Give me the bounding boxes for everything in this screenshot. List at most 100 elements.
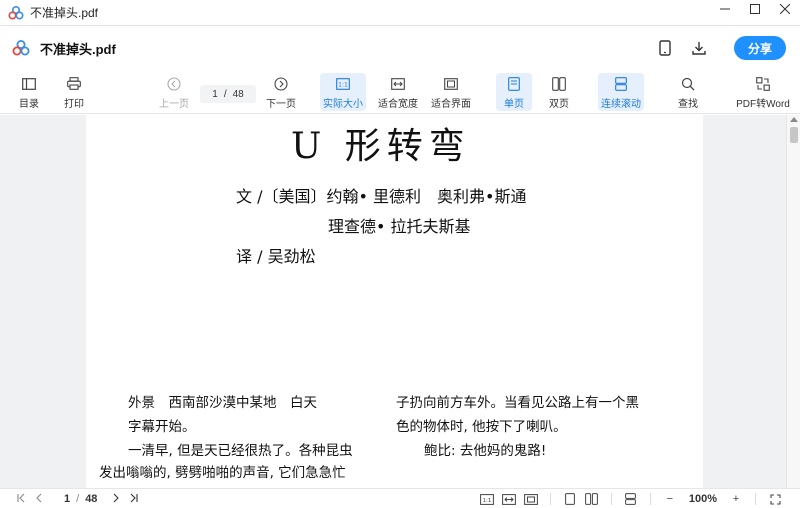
phone-icon xyxy=(659,40,671,56)
total-pages: 48 xyxy=(232,88,244,100)
pdf-to-word-button[interactable]: PDF转Word xyxy=(736,73,790,111)
body-line-right-2: 色的物体时, 他按下了喇叭。 xyxy=(396,419,567,435)
two-page-small-button[interactable] xyxy=(581,491,603,507)
fit-page-button[interactable]: 适合界面 xyxy=(428,73,474,111)
fit-page-icon xyxy=(444,75,458,93)
page-number-input[interactable]: 1 / 48 xyxy=(200,85,256,103)
status-divider xyxy=(610,493,612,505)
status-page-sep: / xyxy=(76,493,80,505)
single-page-label: 单页 xyxy=(504,98,524,110)
actual-size-small-icon: 1:1 xyxy=(479,493,494,505)
actual-size-button[interactable]: 1:1 实际大小 xyxy=(320,73,366,111)
status-current-page[interactable]: 1 xyxy=(64,493,70,505)
scrollbar-thumb[interactable] xyxy=(790,127,798,143)
body-line-left-4: 发出嗡嗡的, 劈劈啪啪的声音, 它们急急忙 xyxy=(99,465,346,481)
status-divider xyxy=(549,493,551,505)
body-line-right-3: 鲍比: 去他妈的鬼路! xyxy=(424,443,547,459)
single-page-small-button[interactable] xyxy=(559,491,581,507)
two-page-small-icon xyxy=(585,493,599,505)
first-page-icon xyxy=(17,493,25,503)
next-page-button[interactable]: 下一页 xyxy=(262,73,300,111)
window-title: 不准掉头.pdf xyxy=(30,6,99,20)
body-line-left-1: 外景 西南部沙漠中某地 白天 xyxy=(128,395,317,411)
outline-label: 目录 xyxy=(19,98,39,110)
fullscreen-button[interactable] xyxy=(764,491,786,507)
page-separator: / xyxy=(223,88,227,100)
current-page: 1 xyxy=(212,88,218,100)
fullscreen-icon xyxy=(769,493,781,505)
continuous-scroll-label: 连续滚动 xyxy=(601,98,641,110)
viewer-toolbar: 目录 打印 上一页 1 / 48 下一页 1:1 实际大小 适合宽度 适合界面 … xyxy=(0,70,800,114)
document-title-text: U 形转弯 xyxy=(291,126,471,167)
arrow-right-circle-icon xyxy=(274,75,288,93)
close-button[interactable] xyxy=(770,0,800,18)
printer-icon xyxy=(67,75,81,93)
last-page-icon xyxy=(131,493,138,503)
maximize-button[interactable] xyxy=(740,0,770,18)
window-titlebar: 不准掉头.pdf xyxy=(0,0,800,26)
next-page-label: 下一页 xyxy=(266,98,296,110)
status-divider xyxy=(755,493,756,505)
share-button[interactable]: 分享 xyxy=(734,36,786,60)
download-button[interactable] xyxy=(684,34,714,62)
fit-page-small-icon xyxy=(523,493,538,505)
print-label: 打印 xyxy=(64,98,84,110)
search-button[interactable]: 查找 xyxy=(672,73,704,111)
chevron-right-icon xyxy=(114,493,120,503)
fit-width-label: 适合宽度 xyxy=(378,98,418,110)
pdf-page: U 形转弯 文 /〔美国〕约翰• 里德利 奥利弗•斯通 理查德• 拉托夫斯基 译… xyxy=(86,115,703,488)
fit-width-button[interactable]: 适合宽度 xyxy=(375,73,421,111)
fit-page-label: 适合界面 xyxy=(431,98,471,110)
continuous-scroll-button[interactable]: 连续滚动 xyxy=(598,73,644,111)
two-page-icon xyxy=(552,75,566,93)
body-line-left-2: 字幕开始。 xyxy=(128,419,196,435)
two-page-label: 双页 xyxy=(549,98,569,110)
last-page-button[interactable] xyxy=(125,492,143,506)
outline-button[interactable]: 目录 xyxy=(14,73,44,111)
pdf-to-word-label: PDF转Word xyxy=(736,98,790,110)
document-header: 不准掉头.pdf 分享 xyxy=(0,26,800,70)
prev-page-label: 上一页 xyxy=(159,98,189,110)
svg-text:1:1: 1:1 xyxy=(482,497,491,503)
vertical-scrollbar[interactable] xyxy=(786,115,800,488)
byline-authors-cont: 理查德• 拉托夫斯基 xyxy=(328,217,471,236)
mobile-view-button[interactable] xyxy=(650,34,680,62)
app-logo-icon xyxy=(12,39,30,57)
chevron-left-icon xyxy=(36,493,42,503)
next-page-small-button[interactable] xyxy=(107,492,125,506)
single-page-button[interactable]: 单页 xyxy=(496,73,532,111)
zoom-out-button[interactable]: − xyxy=(659,491,681,507)
zoom-in-button[interactable]: + xyxy=(725,491,747,507)
zoom-level[interactable]: 100% xyxy=(689,493,717,505)
outline-icon xyxy=(22,75,36,93)
byline-translator: 译 / 吴劲松 xyxy=(236,247,316,266)
single-page-icon xyxy=(508,75,520,93)
print-button[interactable]: 打印 xyxy=(59,73,89,111)
prev-page-button[interactable]: 上一页 xyxy=(155,73,193,111)
continuous-scroll-small-button[interactable] xyxy=(620,491,642,507)
fit-width-icon xyxy=(391,75,405,93)
search-icon xyxy=(681,75,695,93)
status-total-pages: 48 xyxy=(85,493,98,505)
document-viewer[interactable]: U 形转弯 文 /〔美国〕约翰• 里德利 奥利弗•斯通 理查德• 拉托夫斯基 译… xyxy=(0,115,800,488)
body-line-left-3: 一清早, 但是天已经很热了。各种昆虫 xyxy=(128,443,353,459)
document-title: 不准掉头.pdf xyxy=(40,41,116,57)
first-page-button[interactable] xyxy=(12,492,30,506)
minimize-button[interactable] xyxy=(710,0,740,18)
prev-page-small-button[interactable] xyxy=(30,492,48,506)
body-line-right-1: 子扔向前方车外。当看见公路上有一个黑 xyxy=(396,395,639,411)
fit-width-small-button[interactable] xyxy=(498,491,520,507)
scroll-up-icon[interactable] xyxy=(790,117,798,122)
single-page-small-icon xyxy=(564,493,575,505)
continuous-scroll-icon xyxy=(615,75,627,93)
svg-text:1:1: 1:1 xyxy=(338,81,348,88)
app-logo-icon xyxy=(8,5,24,21)
fit-page-small-button[interactable] xyxy=(520,491,542,507)
status-bar: 1 / 48 1:1 − 100% + xyxy=(0,488,800,508)
byline-authors: 文 /〔美国〕约翰• 里德利 奥利弗•斯通 xyxy=(236,187,527,206)
convert-icon xyxy=(756,75,770,93)
actual-size-label: 实际大小 xyxy=(323,98,363,110)
two-page-button[interactable]: 双页 xyxy=(541,73,577,111)
fit-width-small-icon xyxy=(501,493,516,505)
actual-size-small-button[interactable]: 1:1 xyxy=(476,491,498,507)
